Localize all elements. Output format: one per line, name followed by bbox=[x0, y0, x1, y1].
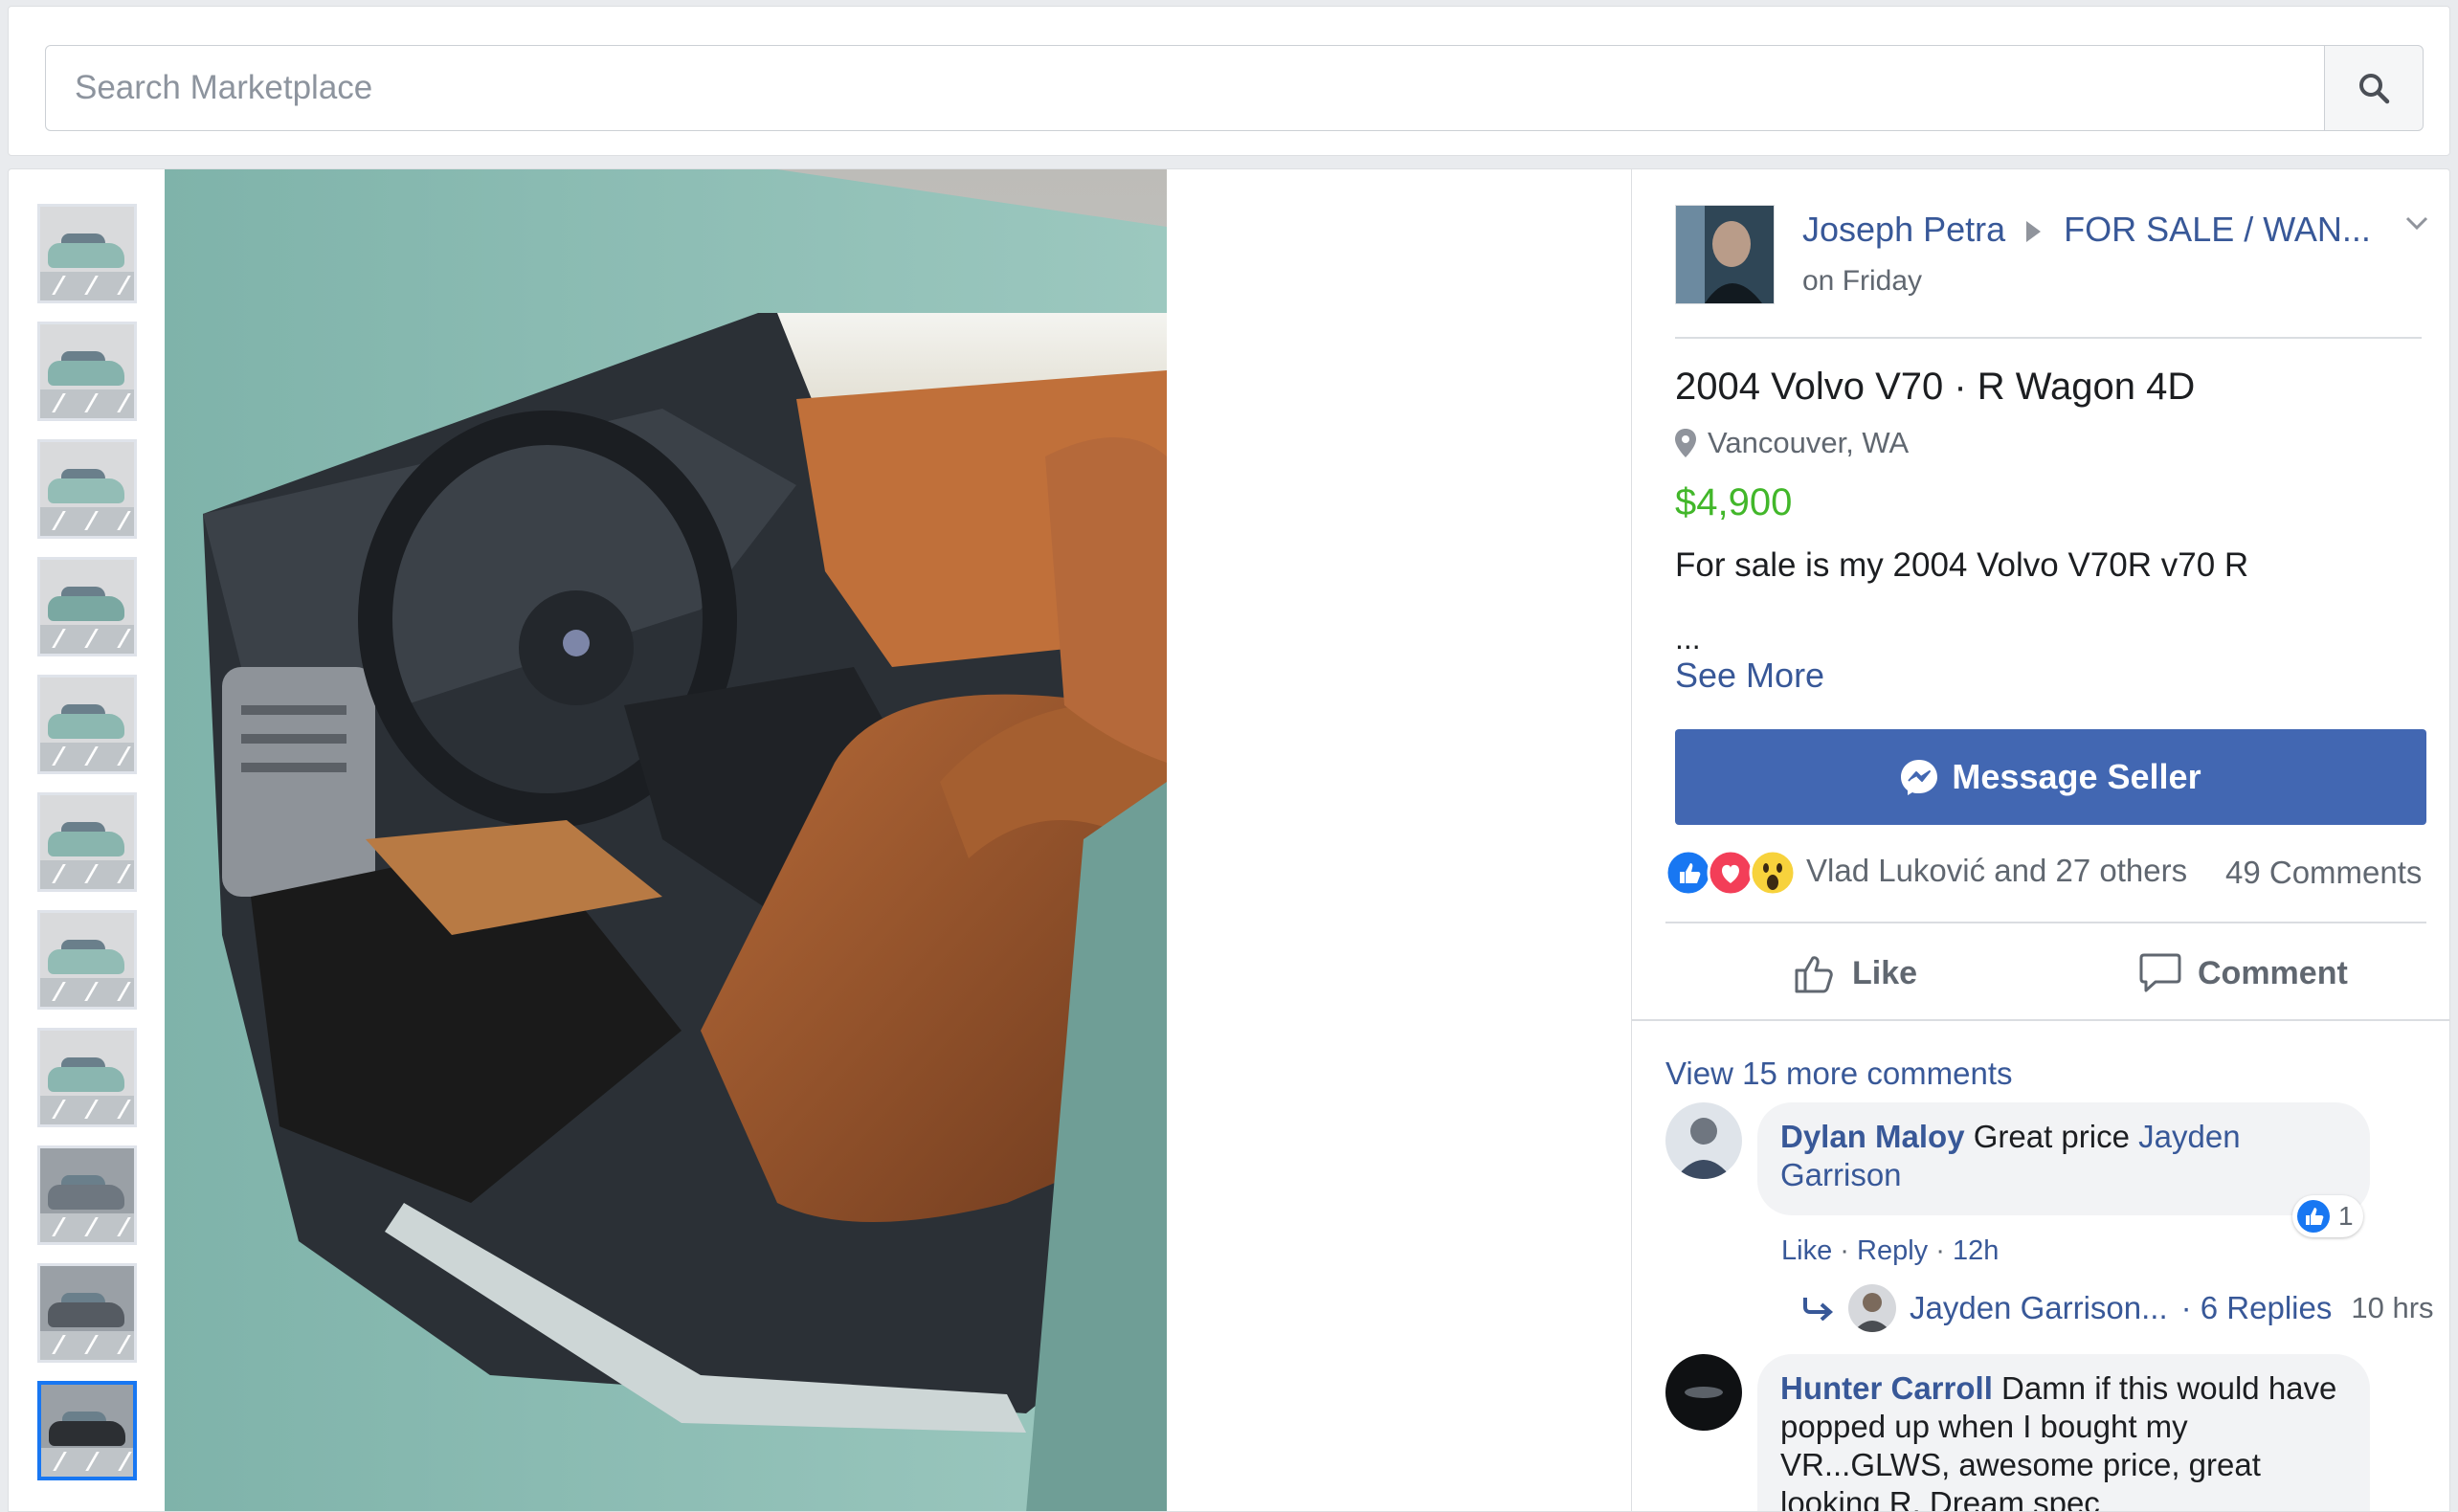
comment-reply-link[interactable]: Reply bbox=[1857, 1235, 1928, 1266]
reaction-summary[interactable]: Vlad Luković and 27 others bbox=[1806, 853, 2187, 889]
replier-name[interactable]: Jayden Garrison... bbox=[1910, 1290, 2168, 1326]
thumbnail-ground bbox=[40, 860, 134, 889]
search-panel bbox=[8, 6, 2450, 156]
thumbnail-car bbox=[48, 714, 124, 739]
thumbnail-ground bbox=[40, 272, 134, 300]
comment-like-count-badge[interactable]: 1 bbox=[2292, 1195, 2363, 1237]
thumbnail-7[interactable] bbox=[37, 910, 137, 1010]
thumbnail-car bbox=[49, 1421, 125, 1446]
replies-row[interactable]: Jayden Garrison... · 6 Replies 10 hrs bbox=[1802, 1279, 2434, 1337]
comment-bubble: Dylan Maloy Great price Jayden Garrison bbox=[1757, 1102, 2370, 1215]
like-label: Like bbox=[1852, 954, 1918, 991]
view-more-comments-link[interactable]: View 15 more comments bbox=[1665, 1056, 2013, 1092]
like-button[interactable]: Like bbox=[1793, 945, 1917, 1002]
comment-like-count: 1 bbox=[2338, 1201, 2354, 1231]
thumbnail-ground bbox=[40, 1213, 134, 1242]
listing-title: 2004 Volvo V70 · R Wagon 4D bbox=[1675, 366, 2196, 408]
thumbnail-ground bbox=[40, 743, 134, 771]
comment-time[interactable]: 12h bbox=[1953, 1235, 1999, 1266]
commenter-avatar[interactable] bbox=[1665, 1354, 1742, 1431]
message-seller-button[interactable]: Message Seller bbox=[1675, 729, 2426, 825]
thumbnail-car bbox=[48, 949, 124, 974]
thumbnail-ground bbox=[41, 1448, 133, 1477]
thumbnail-1[interactable] bbox=[37, 204, 137, 303]
like-reaction-icon bbox=[2297, 1200, 2330, 1233]
chevron-down-icon[interactable] bbox=[2405, 215, 2428, 234]
comment-author-link[interactable]: Hunter Carroll bbox=[1780, 1370, 1993, 1406]
thumbnail-ground bbox=[40, 507, 134, 536]
comment-author-link[interactable]: Dylan Maloy bbox=[1780, 1119, 1965, 1154]
comment-like-link[interactable]: Like bbox=[1781, 1235, 1832, 1266]
search-icon bbox=[2359, 74, 2390, 104]
separator-dot: · bbox=[1840, 1235, 1849, 1266]
reactions-divider bbox=[1665, 922, 2426, 923]
listing-location: Vancouver, WA bbox=[1708, 426, 1910, 459]
listing-card: Joseph Petra FOR SALE / WAN... on Friday… bbox=[8, 168, 2450, 1512]
description-ellipsis: ... bbox=[1675, 621, 1701, 656]
thumbnail-car bbox=[48, 361, 124, 386]
thumbnail-9[interactable] bbox=[37, 1145, 137, 1245]
thumbnail-ground bbox=[40, 625, 134, 654]
replies-time: 10 hrs bbox=[2351, 1291, 2434, 1324]
message-seller-label: Message Seller bbox=[1952, 757, 2201, 796]
main-photo[interactable] bbox=[165, 169, 1167, 1511]
see-more-link[interactable]: See More bbox=[1675, 656, 1824, 696]
reply-arrow-icon bbox=[1803, 1298, 1834, 1321]
comment-button[interactable]: Comment bbox=[2138, 945, 2348, 1002]
location-pin-icon bbox=[1675, 429, 1696, 457]
actions-divider bbox=[1632, 1019, 2449, 1021]
group-link[interactable]: FOR SALE / WAN... bbox=[2064, 210, 2371, 249]
post-time[interactable]: on Friday bbox=[1802, 265, 1922, 298]
thumbnail-4[interactable] bbox=[37, 557, 137, 656]
separator-dot: · bbox=[1935, 1235, 1945, 1266]
thumbnail-ground bbox=[40, 978, 134, 1007]
thumbnail-car bbox=[48, 1067, 124, 1092]
thumbnail-ground bbox=[40, 1096, 134, 1124]
thumbnail-car bbox=[48, 596, 124, 621]
details-panel: Joseph Petra FOR SALE / WAN... on Friday… bbox=[1631, 169, 2449, 1511]
thumbnail-ground bbox=[40, 1331, 134, 1360]
listing-description: For sale is my 2004 Volvo V70R v70 R bbox=[1675, 546, 2249, 584]
thumbnail-3[interactable] bbox=[37, 439, 137, 539]
search-input[interactable] bbox=[45, 45, 2325, 131]
thumbnail-2[interactable] bbox=[37, 322, 137, 421]
thumbnail-10[interactable] bbox=[37, 1263, 137, 1363]
author-avatar[interactable] bbox=[1675, 205, 1775, 304]
reaction-icons[interactable] bbox=[1665, 847, 1799, 899]
comment-bubble: Hunter Carroll Damn if this would have p… bbox=[1757, 1354, 2370, 1511]
search-button[interactable] bbox=[2324, 45, 2424, 131]
thumbnail-8[interactable] bbox=[37, 1028, 137, 1127]
listing-price: $4,900 bbox=[1675, 481, 1793, 523]
thumbnail-car bbox=[48, 478, 124, 503]
thumbnail-6[interactable] bbox=[37, 792, 137, 892]
comments-count[interactable]: 49 Comments bbox=[2225, 855, 2422, 891]
car-interior-image bbox=[165, 169, 1167, 1511]
replier-avatar bbox=[1848, 1284, 1896, 1332]
thumbnail-5[interactable] bbox=[37, 675, 137, 774]
arrow-right-icon bbox=[2026, 221, 2042, 243]
thumbnail-car bbox=[48, 243, 124, 268]
comment-icon bbox=[2139, 953, 2181, 992]
messenger-icon bbox=[1901, 760, 1938, 795]
comment-text: Great price bbox=[1973, 1119, 2130, 1154]
thumbnail-ground bbox=[40, 389, 134, 418]
thumbnail-car bbox=[48, 832, 124, 856]
thumbnail-11[interactable] bbox=[37, 1381, 137, 1480]
comment-label: Comment bbox=[2198, 954, 2348, 991]
author-name-link[interactable]: Joseph Petra bbox=[1802, 210, 2005, 249]
replies-count[interactable]: · 6 Replies bbox=[2181, 1290, 2333, 1326]
thumbnail-car bbox=[48, 1185, 124, 1210]
thumbnail-car bbox=[48, 1302, 124, 1327]
header-divider bbox=[1675, 337, 2422, 339]
thumbs-up-icon bbox=[1795, 956, 1833, 993]
commenter-avatar[interactable] bbox=[1665, 1102, 1742, 1179]
